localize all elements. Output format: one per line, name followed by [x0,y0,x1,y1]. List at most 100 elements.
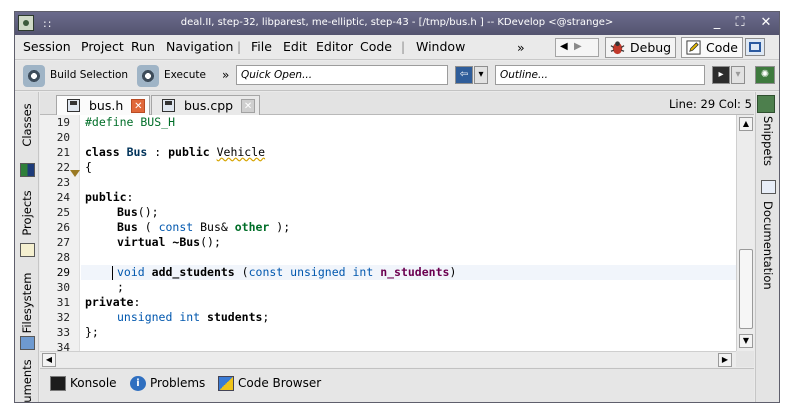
horizontal-scrollbar[interactable]: ◀ ▶ [40,351,736,367]
filesystem-tab-label: Filesystem [20,272,34,334]
menu-run[interactable]: Run [131,39,155,54]
maximize-button[interactable]: ⛶ [730,14,750,32]
dock-tab-konsole[interactable]: Konsole [50,376,117,391]
scroll-corner [736,351,754,367]
keyword-class: class [85,145,120,159]
editor-tab-bar: bus.h ✕ bus.cpp ✕ [40,92,754,115]
dock-tab-documentation[interactable]: Documentation [756,200,779,290]
code-line-24: public: [85,190,133,205]
menu-separator: | [237,40,242,54]
dock-tab-code-browser[interactable]: Code Browser [218,376,321,391]
menu-window[interactable]: Window [416,39,465,54]
code-area-button[interactable]: Code [681,37,744,58]
menu-overflow-button[interactable]: » [517,40,525,55]
menu-code[interactable]: Code [360,39,392,54]
code-text[interactable]: #define BUS_H class Bus : public Vehicle… [85,115,735,351]
tab-bus-cpp[interactable]: bus.cpp ✕ [151,95,261,115]
info-icon: i [130,376,146,391]
destructor-name: ~Bus [165,235,201,249]
outline-input[interactable]: Outline... [495,65,705,85]
close-button[interactable]: ✕ [756,14,776,32]
menu-bar: Session Project Run Navigation | File Ed… [15,35,779,60]
menu-edit[interactable]: Edit [283,39,307,54]
nav-forward-button[interactable]: ▶ [574,41,582,52]
app-menu-icon[interactable] [18,15,34,31]
vertical-scrollbar[interactable]: ▲ ▼ [736,115,754,351]
dock-tab-classes[interactable]: Classes [15,96,39,160]
scroll-down-arrow-icon[interactable]: ▼ [739,334,753,348]
method-name: add_students [151,265,235,279]
keyword-int: int [352,265,374,279]
navigate-back-arrow-icon[interactable]: ⇦ [455,66,473,84]
line-number: 27 [56,236,70,249]
colon: : [133,295,141,309]
line-number: 20 [56,131,70,144]
code-area-label: Code [706,40,739,55]
keyword-virtual: virtual [117,235,166,249]
dropdown-arrow-icon[interactable]: ▾ [474,66,488,84]
code-line-30: ; [117,280,124,294]
code-line-27: virtual ~Bus(); [117,235,221,250]
keyword-const: const [158,220,194,234]
menu-navigation[interactable]: Navigation [166,39,233,54]
debug-area-button[interactable]: Debug [605,37,677,58]
fold-marker-icon[interactable] [70,170,80,177]
menu-project[interactable]: Project [81,39,124,54]
code-text-fragment: (); [200,235,221,249]
dock-tab-projects[interactable]: Projects [15,184,39,244]
text-cursor [112,266,113,280]
scroll-up-arrow-icon[interactable]: ▲ [739,117,753,131]
dock-tab-snippets[interactable]: Snippets [756,114,779,174]
code-line-19: #define BUS_H [85,115,175,130]
close-tab-icon[interactable]: ✕ [241,99,256,113]
constructor-name: Bus [117,220,138,234]
nav-back-button[interactable]: ◀ [560,41,568,52]
line-number: 22 [56,161,70,174]
scroll-left-arrow-icon[interactable]: ◀ [42,353,56,367]
navigation-history: ◀ ▶ [555,38,599,57]
build-gear-icon [23,65,45,87]
source-file-icon [162,99,175,112]
code-line-22: { [85,160,92,174]
param-name: n_students [373,265,450,279]
code-line-29: void add_students (const unsigned int n_… [117,265,456,280]
scroll-right-arrow-icon[interactable]: ▶ [718,353,732,367]
quick-open-input[interactable]: Quick Open... [236,65,448,85]
execute-button[interactable]: Execute [137,64,211,88]
code-text-fragment: ( [234,265,249,279]
keyword-public: public [168,145,210,159]
code-line-21: class Bus : public Vehicle [85,145,265,160]
menu-session[interactable]: Session [23,39,71,54]
line-number: 23 [56,176,70,189]
code-text-fragment: (); [137,205,159,219]
run-target-icon[interactable]: ▸ [712,66,730,84]
vertical-scroll-thumb[interactable] [739,249,753,329]
menu-file[interactable]: File [251,39,272,54]
window-layout-icon[interactable] [745,38,765,56]
minimize-button[interactable]: _ [707,14,727,32]
line-number: 31 [56,296,70,309]
right-dock-bar: Snippets Documentation [755,92,779,402]
document-list-icon[interactable] [757,95,775,113]
base-class-name[interactable]: Vehicle [217,145,265,159]
keyword-int: int [179,310,201,324]
tab-bus-h-label: bus.h [89,98,124,113]
preprocessor-define: #define BUS_H [85,115,176,129]
toolbar-overflow-button[interactable]: » [222,68,229,82]
classes-tab-label: Classes [20,103,34,147]
line-number: 34 [56,341,70,351]
close-tab-icon[interactable]: ✕ [131,99,146,113]
keyword-unsigned: unsigned [290,265,346,279]
dock-tab-problems[interactable]: i Problems [130,376,205,391]
dock-tab-filesystem[interactable]: Filesystem [15,265,39,345]
tab-bus-h[interactable]: bus.h ✕ [56,95,151,115]
code-text-fragment: ( [137,220,159,234]
filesystem-icon [20,336,35,350]
title-bar[interactable]: :: deal.II, step-32, libparest, me-ellip… [15,12,779,35]
window-drag-dots[interactable]: :: [43,17,52,30]
build-selection-button[interactable]: Build Selection [23,64,129,88]
target-dropdown-arrow-icon[interactable]: ▾ [731,66,745,84]
dock-tab-documents[interactable]: uments [15,358,39,402]
menu-editor[interactable]: Editor [316,39,353,54]
code-editor[interactable]: 19 20 21 22 23 24 25 26 27 28 29 30 31 3… [40,115,736,351]
